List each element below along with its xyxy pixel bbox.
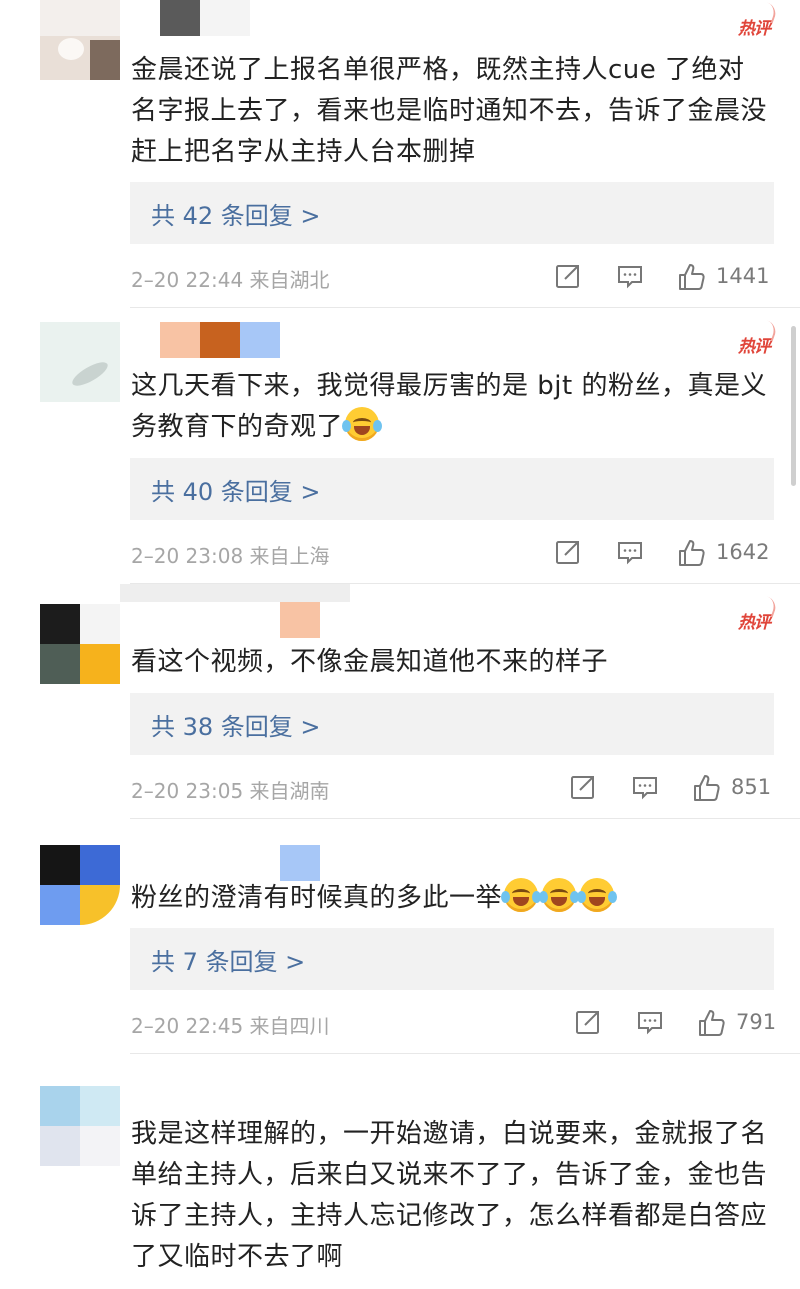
reply-count-button[interactable]: 共 42 条回复 >	[130, 182, 774, 244]
hot-comment-badge: 热评	[738, 14, 771, 39]
username-blurred[interactable]	[280, 845, 320, 881]
thumbs-up-icon[interactable]	[691, 773, 721, 803]
comment-meta: 2–20 23:08 来自上海	[131, 544, 330, 568]
comment-meta: 2–20 22:45 来自四川	[131, 1014, 330, 1038]
avatar[interactable]	[40, 845, 120, 925]
reply-count-label: 共 42 条回复 >	[151, 202, 321, 230]
comment-text: 看这个视频，不像金晨知道他不来的样子	[131, 647, 609, 677]
comment-text-content: 这几天看下来，我觉得最厉害的是 bjt 的粉丝，真是义务教育下的奇观了	[131, 371, 767, 442]
like-count: 791	[736, 1010, 777, 1034]
comment-text: 这几天看下来，我觉得最厉害的是 bjt 的粉丝，真是义务教育下的奇观了	[131, 366, 771, 448]
username-blurred[interactable]	[160, 322, 280, 358]
share-icon[interactable]	[554, 538, 582, 566]
thumbs-up-icon[interactable]	[696, 1008, 726, 1038]
username-blurred[interactable]	[40, 0, 250, 36]
comment-meta: 2–20 23:05 来自湖南	[131, 779, 330, 803]
comment-text: 金晨还说了上报名单很严格，既然主持人cue 了绝对名字报上去了，看来也是临时通知…	[131, 55, 768, 167]
reply-count-button[interactable]: 共 7 条回复 >	[130, 928, 774, 990]
scrollbar[interactable]	[791, 326, 796, 486]
like-count: 1642	[716, 540, 770, 564]
comment-actions: 791	[574, 1008, 777, 1038]
share-icon[interactable]	[554, 262, 582, 290]
comment-actions: 851	[569, 773, 774, 803]
share-icon[interactable]	[569, 773, 597, 801]
comment-icon[interactable]	[616, 262, 644, 290]
like-count: 1441	[716, 264, 770, 288]
reply-count-label: 共 38 条回复 >	[151, 713, 321, 741]
hot-comment-badge: 热评	[738, 608, 771, 633]
divider	[130, 818, 800, 819]
comment-text: 粉丝的澄清有时候真的多此一举	[131, 878, 771, 919]
reply-count-label: 共 40 条回复 >	[151, 478, 321, 506]
comment-icon[interactable]	[616, 538, 644, 566]
divider	[130, 1053, 800, 1054]
comment-text: 我是这样理解的，一开始邀请，白说要来，金就报了名单给主持人，后来白又说来不了了，…	[131, 1119, 768, 1272]
laughing-crying-emoji	[539, 878, 580, 912]
reply-count-label: 共 7 条回复 >	[151, 948, 306, 976]
avatar[interactable]	[40, 604, 120, 684]
comment-meta: 2–20 22:44 来自湖北	[131, 268, 330, 292]
username-blurred[interactable]	[120, 584, 350, 638]
divider	[130, 307, 800, 308]
comment-icon[interactable]	[636, 1008, 664, 1036]
like-count: 851	[731, 775, 772, 799]
share-icon[interactable]	[574, 1008, 602, 1036]
avatar[interactable]	[40, 1086, 120, 1166]
comment-icon[interactable]	[631, 773, 659, 801]
laughing-crying-emoji	[342, 407, 383, 441]
reply-count-button[interactable]: 共 40 条回复 >	[130, 458, 774, 520]
avatar[interactable]	[40, 322, 120, 402]
reply-count-button[interactable]: 共 38 条回复 >	[130, 693, 774, 755]
comment-actions: 1441	[554, 262, 774, 292]
comment-text-content: 粉丝的澄清有时候真的多此一举	[131, 883, 503, 913]
thumbs-up-icon[interactable]	[676, 262, 706, 292]
thumbs-up-icon[interactable]	[676, 538, 706, 568]
hot-comment-badge: 热评	[738, 332, 771, 357]
laughing-crying-emoji	[577, 878, 618, 912]
laughing-crying-emoji	[501, 878, 542, 912]
comment-actions: 1642	[554, 538, 774, 568]
